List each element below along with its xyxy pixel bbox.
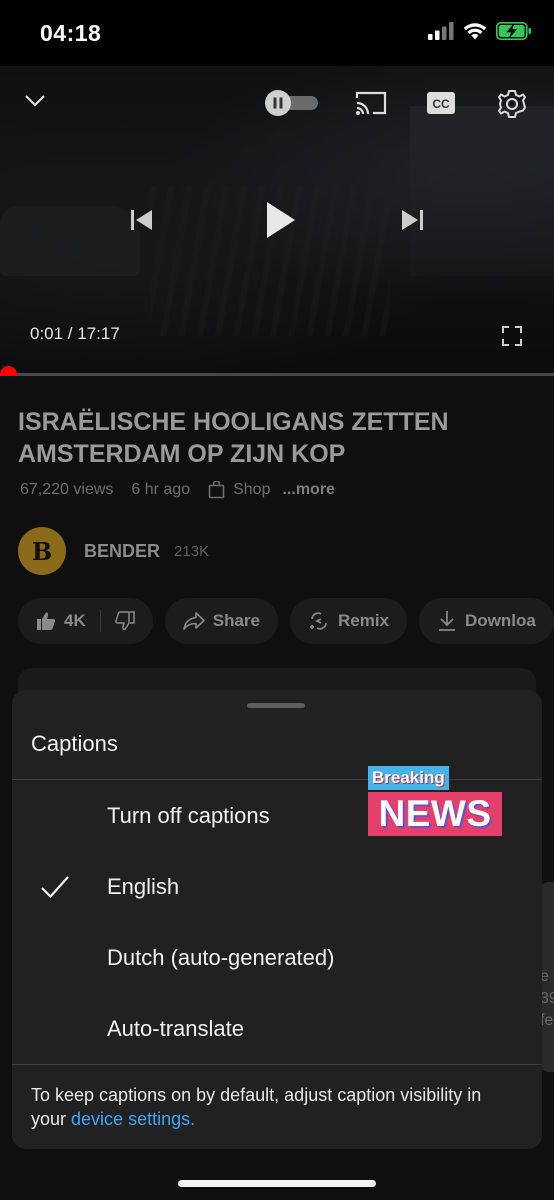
- share-label: Share: [212, 611, 260, 630]
- upload-age: 6 hr ago: [131, 481, 191, 498]
- action-bar: 4K Share Remix Downloa: [18, 598, 554, 644]
- download-icon: [439, 611, 456, 631]
- cellular-signal-icon: [428, 22, 454, 40]
- like-dislike-button[interactable]: 4K: [18, 598, 153, 644]
- caption-option-auto-translate[interactable]: Auto-translate: [12, 993, 542, 1064]
- status-icons: [428, 22, 532, 40]
- sheet-drag-handle[interactable]: [247, 703, 305, 708]
- share-button[interactable]: Share: [164, 598, 278, 644]
- closed-captions-icon[interactable]: CC: [424, 90, 458, 116]
- share-icon: [182, 612, 205, 630]
- previous-video-icon[interactable]: [128, 206, 156, 234]
- status-time: 04:18: [40, 20, 102, 46]
- thumbs-down-icon[interactable]: [114, 611, 135, 631]
- home-indicator[interactable]: [178, 1180, 376, 1187]
- video-scrubber-knob[interactable]: [0, 366, 17, 376]
- checkmark-icon: [41, 876, 69, 899]
- svg-text:CC: CC: [432, 97, 450, 111]
- wifi-icon: [463, 23, 487, 40]
- captions-sheet-title: Captions: [31, 731, 118, 756]
- channel-avatar[interactable]: B: [18, 527, 66, 575]
- caption-option-dutch-auto[interactable]: Dutch (auto-generated): [12, 922, 542, 993]
- captions-sheet: Captions Turn off captions English Dutch…: [12, 690, 542, 1149]
- related-video-text-fragment: e 39 fe: [540, 968, 554, 1029]
- caption-option-label: Turn off captions: [107, 802, 270, 828]
- autoplay-toggle[interactable]: [264, 90, 320, 116]
- device-settings-link[interactable]: device settings.: [71, 1109, 195, 1129]
- remix-label: Remix: [337, 611, 390, 630]
- video-time-display: 0:01 / 17:17: [30, 324, 120, 343]
- shopping-bag-icon: [208, 481, 225, 499]
- caption-option-label: Auto-translate: [107, 1015, 244, 1041]
- sheet-divider: [12, 1064, 542, 1065]
- channel-row[interactable]: B BENDER 213K: [18, 527, 209, 575]
- next-video-icon[interactable]: [398, 206, 426, 234]
- shop-label: Shop: [233, 481, 271, 498]
- screen: 04:18 CC 0:01 / 17:17 ISRAËLISCHE HOOLIG…: [0, 0, 554, 1200]
- settings-gear-icon[interactable]: [494, 86, 530, 122]
- remix-button[interactable]: Remix: [289, 598, 408, 644]
- fullscreen-icon[interactable]: [498, 322, 526, 350]
- video-title[interactable]: ISRAËLISCHE HOOLIGANS ZETTEN AMSTERDAM O…: [18, 406, 538, 470]
- caption-option-english[interactable]: English: [12, 851, 542, 922]
- status-bar: 04:18: [0, 0, 554, 66]
- caption-option-label: Dutch (auto-generated): [107, 944, 335, 970]
- download-button[interactable]: Downloa: [419, 598, 554, 644]
- channel-name[interactable]: BENDER: [84, 541, 160, 562]
- collapse-chevron-icon[interactable]: [20, 86, 50, 116]
- remix-icon: [309, 612, 327, 630]
- play-icon[interactable]: [258, 196, 302, 244]
- battery-charging-icon: [496, 22, 531, 40]
- captions-footer-note: To keep captions on by default, adjust c…: [31, 1083, 501, 1131]
- subscriber-count: 213K: [174, 542, 210, 560]
- caption-option-label: English: [107, 873, 180, 899]
- video-player[interactable]: CC 0:01 / 17:17: [0, 66, 554, 376]
- thumbs-up-icon[interactable]: [36, 611, 56, 631]
- view-count: 67,220 views: [20, 481, 114, 498]
- download-label: Downloa: [465, 611, 536, 630]
- news-label: NEWS: [368, 792, 502, 836]
- like-count: 4K: [64, 611, 86, 630]
- more-link[interactable]: ...more: [282, 481, 334, 499]
- breaking-label: Breaking: [368, 766, 449, 790]
- like-divider: [99, 610, 101, 632]
- video-meta[interactable]: 67,220 views 6 hr ago Shop ...more: [20, 481, 335, 499]
- cast-icon[interactable]: [354, 88, 388, 118]
- breaking-news-sticker: Breaking NEWS: [368, 766, 502, 836]
